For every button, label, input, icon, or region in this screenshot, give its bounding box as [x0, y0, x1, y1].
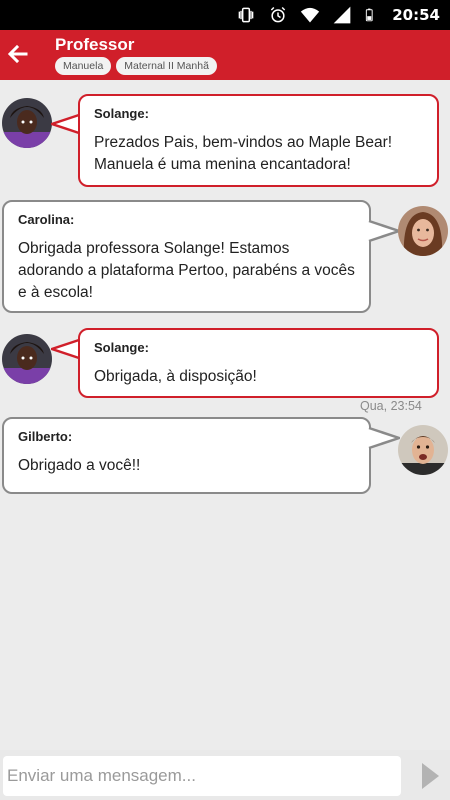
status-bar: 20:54	[0, 0, 450, 30]
avatar-gilberto	[398, 425, 448, 475]
send-icon	[422, 763, 439, 789]
app-bar: Professor Manuela Maternal II Manhã	[0, 30, 450, 80]
message-sender: Solange:	[94, 340, 149, 355]
message-sender: Gilberto:	[18, 429, 73, 444]
bubble-tail	[368, 219, 400, 243]
chip-class: Maternal II Manhã	[116, 57, 217, 75]
message-sender: Carolina:	[18, 212, 75, 227]
back-button[interactable]	[2, 38, 34, 70]
message-bubble: Carolina: Obrigada professora Solange! E…	[2, 200, 371, 313]
wifi-icon	[301, 7, 320, 23]
message-input[interactable]	[3, 756, 401, 796]
avatar-solange	[2, 334, 52, 384]
arrow-left-icon	[8, 45, 28, 63]
message-text: Obrigada professora Solange! Estamos ado…	[18, 240, 355, 301]
context-chips: Manuela Maternal II Manhã	[55, 57, 217, 75]
signal-icon	[333, 6, 351, 24]
message-bubble: Solange: Prezados Pais, bem-vindos ao Ma…	[78, 94, 439, 187]
battery-icon	[366, 8, 373, 22]
bubble-tail	[368, 426, 400, 450]
vibrate-icon	[238, 7, 254, 23]
message-text: Prezados Pais, bem-vindos ao Maple Bear!…	[94, 134, 393, 173]
avatar-solange	[2, 98, 52, 148]
status-time: 20:54	[392, 6, 440, 24]
message-timestamp: Qua, 23:54	[360, 399, 422, 413]
chip-student: Manuela	[55, 57, 112, 75]
message-bubble: Gilberto: Obrigado a você!!	[2, 417, 371, 494]
message-text: Obrigado a você!!	[18, 457, 141, 474]
message-sender: Solange:	[94, 106, 149, 121]
avatar-carolina	[398, 206, 448, 256]
message-composer	[0, 750, 450, 800]
message-text: Obrigada, à disposição!	[94, 368, 257, 385]
alarm-icon	[271, 6, 286, 23]
send-button[interactable]	[410, 756, 450, 796]
page-title: Professor	[55, 35, 135, 54]
message-bubble: Solange: Obrigada, à disposição!	[78, 328, 439, 398]
